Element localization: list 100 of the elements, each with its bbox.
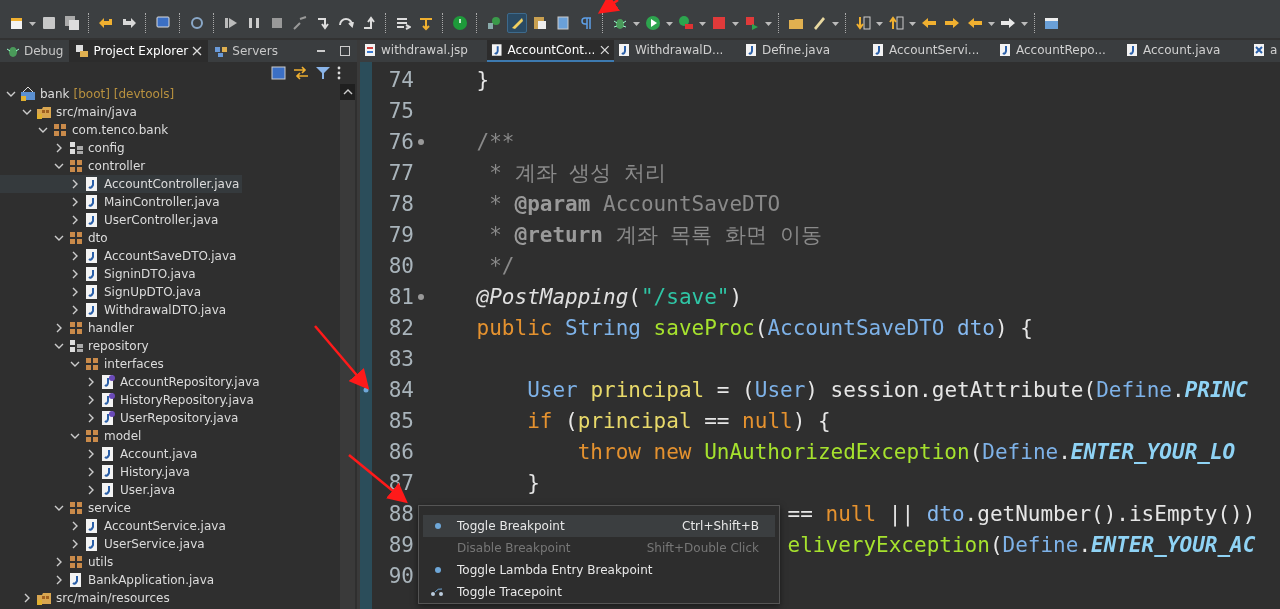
tree-item[interactable]: interfaces	[0, 355, 167, 373]
maximize-icon[interactable]	[339, 45, 351, 57]
menu-item[interactable]: Toggle Lambda Entry Breakpoint	[423, 559, 775, 581]
menu-item[interactable]: Toggle Breakpoint Ctrl+Shift+B	[423, 515, 775, 537]
view-tab[interactable]: Project Explorer	[69, 40, 209, 62]
package-icon	[68, 158, 84, 174]
step-return-icon	[361, 15, 377, 31]
code-line: }	[475, 67, 490, 92]
tree-item[interactable]: AccountService.java	[0, 517, 229, 535]
tree-item[interactable]: src/main/java	[0, 103, 140, 121]
editor-tab[interactable]: AccountServi...	[868, 40, 995, 62]
tree-item[interactable]: controller	[0, 157, 149, 175]
bug-icon	[6, 44, 20, 58]
tree-item[interactable]: com.tenco.bank	[0, 121, 172, 139]
java-file-icon	[872, 43, 884, 57]
chevron-down-icon[interactable]	[54, 233, 64, 243]
chevron-down-icon[interactable]	[70, 431, 80, 441]
code-line: public String saveProc(AccountSaveDTO dto) {	[475, 315, 1033, 340]
power-button[interactable]	[450, 13, 470, 33]
step-into-icon	[315, 15, 331, 31]
code-line: * @return 계좌 목록 화면 이동	[488, 221, 822, 249]
close-icon[interactable]	[192, 46, 203, 56]
scrollbar[interactable]	[340, 84, 355, 609]
package-icon	[84, 428, 100, 444]
chevron-right-icon[interactable]	[22, 593, 32, 603]
tree-item[interactable]: src/main/resources	[0, 589, 173, 607]
fold-icon[interactable]	[417, 292, 425, 301]
tree-item[interactable]: config	[0, 139, 128, 157]
perspective-icon	[1044, 15, 1060, 31]
tree-item[interactable]: dto	[0, 229, 111, 247]
close-icon[interactable]	[600, 45, 610, 55]
tree-item[interactable]: History.java	[0, 463, 193, 481]
line-number: 86	[388, 439, 414, 464]
editor-tab[interactable]: WithdrawalD...	[614, 40, 741, 62]
java-file-icon	[84, 212, 100, 228]
project-icon	[20, 86, 36, 102]
chevron-down-icon[interactable]	[54, 161, 64, 171]
tree-item[interactable]: SignUpDTO.java	[0, 283, 205, 301]
tree-item[interactable]: utils	[0, 553, 117, 571]
editor-tab[interactable]: withdrawal.jsp	[360, 40, 487, 62]
tree-item[interactable]: service	[0, 499, 134, 517]
tree-item[interactable]: AccountRepository.java	[0, 373, 263, 391]
step-filter-icon	[418, 15, 434, 31]
editor-tab[interactable]: AccountRepo...	[995, 40, 1122, 62]
upload-button[interactable]	[886, 13, 906, 33]
package-icon	[68, 230, 84, 246]
tree-item[interactable]: UserController.java	[0, 211, 222, 229]
java-file-icon	[100, 464, 116, 480]
tree-item[interactable]: repository	[0, 337, 152, 355]
tree-item[interactable]: User.java	[0, 481, 179, 499]
tree-item[interactable]: BankApplication.java	[0, 571, 218, 589]
run-icon	[645, 15, 661, 31]
fold-icon[interactable]	[417, 137, 425, 146]
line-number: 84	[388, 377, 414, 402]
tree-item[interactable]: model	[0, 427, 145, 445]
tree-item[interactable]: WithdrawalDTO.java	[0, 301, 230, 319]
scroll-up-icon[interactable]	[342, 88, 353, 96]
more-icon[interactable]	[337, 65, 341, 81]
tree-item[interactable]: UserService.java	[0, 535, 208, 553]
tree-item[interactable]: HistoryRepository.java	[0, 391, 257, 409]
view-tab[interactable]: Debug	[0, 40, 70, 62]
collapse-all-icon[interactable]	[271, 65, 287, 81]
tree-item[interactable]: AccountController.java	[0, 175, 243, 193]
servers-icon	[214, 44, 229, 58]
editor-tab[interactable]: AccountCont...	[487, 40, 614, 62]
save-all-button[interactable]	[62, 13, 82, 33]
chevron-down-icon[interactable]	[54, 503, 64, 513]
line-number: 77	[388, 160, 414, 185]
tree-item[interactable]: bank [boot] [devtools]	[0, 85, 178, 103]
menu-item[interactable]: Toggle Tracepoint	[423, 581, 775, 603]
pause-icon	[246, 15, 262, 31]
editor-tab[interactable]: Define.java	[741, 40, 868, 62]
interface-file-icon	[100, 374, 116, 390]
line-number: 88	[388, 501, 414, 526]
tree-item[interactable]: MainController.java	[0, 193, 223, 211]
tree-item[interactable]: AccountSaveDTO.java	[0, 247, 240, 265]
line-number: 89	[388, 532, 414, 557]
tree-item[interactable]: handler	[0, 319, 137, 337]
java-file-icon	[84, 284, 100, 300]
java-file-icon	[84, 248, 100, 264]
tree-item[interactable]: UserRepository.java	[0, 409, 242, 427]
tree-item[interactable]: Account.java	[0, 445, 201, 463]
link-icon[interactable]	[293, 65, 309, 81]
highlighter-button[interactable]	[507, 13, 527, 33]
package-icon	[68, 500, 84, 516]
editor-tab[interactable]: Account.java	[1122, 40, 1249, 62]
java-file-icon	[618, 43, 630, 57]
list-icon	[395, 15, 411, 31]
filter-icon[interactable]	[315, 65, 331, 81]
download-button[interactable]	[853, 13, 873, 33]
tree-item[interactable]: SigninDTO.java	[0, 265, 199, 283]
editor-tab[interactable]: a	[1249, 40, 1280, 62]
run-button[interactable]	[643, 13, 663, 33]
view-tab[interactable]: Servers	[208, 40, 284, 62]
upload-icon	[888, 15, 904, 31]
line-number: 76	[388, 129, 414, 154]
code-line: == null || dto.getNumber().isEmpty())	[787, 501, 1256, 526]
annotation-arrow	[314, 325, 370, 390]
chevron-right-icon[interactable]	[54, 143, 64, 153]
code-line: }	[526, 470, 540, 495]
